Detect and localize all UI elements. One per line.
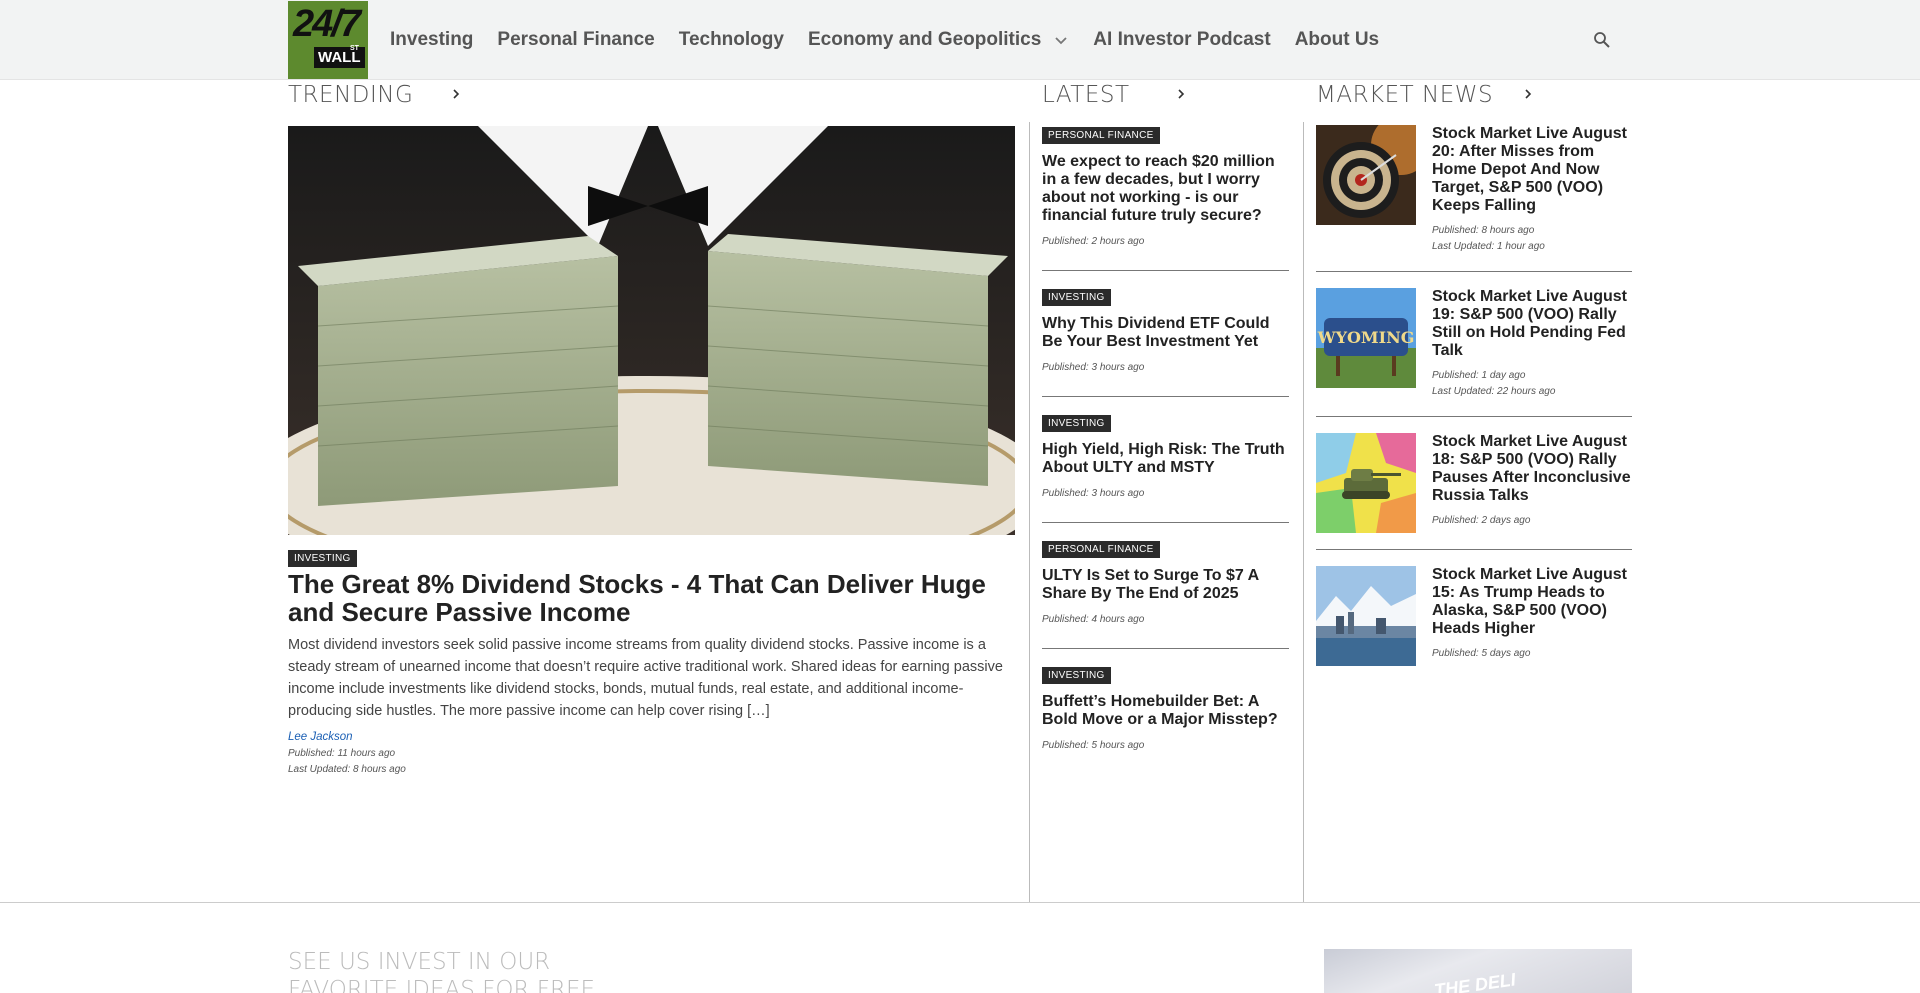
updated-time: Last Updated: 8 hours ago — [288, 764, 406, 775]
updated-time: Last Updated: 1 hour ago — [1432, 241, 1545, 252]
category-badge[interactable]: Investing — [1042, 667, 1111, 684]
published-time: Published: 11 hours ago — [288, 748, 396, 759]
list-item: Investing High Yield, High Risk: The Tru… — [1042, 413, 1289, 523]
list-item: Investing Why This Dividend ETF Could Be… — [1042, 287, 1289, 397]
nav-item-ai-investor-podcast[interactable]: AI Investor Podcast — [1093, 29, 1270, 51]
latest-arrow-icon[interactable] — [1176, 88, 1186, 100]
featured-article-author[interactable]: Lee Jackson — [288, 731, 353, 743]
category-badge[interactable]: Personal Finance — [1042, 127, 1160, 144]
category-badge[interactable]: Personal Finance — [1042, 541, 1160, 558]
chevron-down-icon[interactable] — [1053, 32, 1069, 48]
trending-arrow-icon[interactable] — [451, 88, 461, 100]
list-item: Personal Finance We expect to reach $20 … — [1042, 125, 1289, 271]
published-time: Published: 1 day ago — [1432, 370, 1526, 381]
published-time: Published: 2 hours ago — [1042, 236, 1145, 247]
tank-map-thumbnail[interactable] — [1316, 433, 1416, 533]
list-item: Stock Market Live August 15: As Trump He… — [1316, 566, 1632, 682]
published-time: Published: 2 days ago — [1432, 515, 1531, 526]
site-logo[interactable]: 24/7 WALL ST — [288, 1, 368, 79]
market-news-heading: MARKET NEWS — [1316, 82, 1494, 108]
logo-text-247: 24/7 — [293, 3, 361, 45]
site-header: 24/7 WALL ST Investing Personal Finance … — [0, 0, 1920, 80]
wyoming-sign-thumbnail[interactable]: WYOMING — [1316, 288, 1416, 388]
published-time: Published: 4 hours ago — [1042, 614, 1145, 625]
featured-article-image[interactable] — [288, 126, 1015, 535]
svg-text:WYOMING: WYOMING — [1317, 328, 1415, 347]
article-title[interactable]: Stock Market Live August 15: As Trump He… — [1432, 566, 1632, 638]
article-title[interactable]: High Yield, High Risk: The Truth About U… — [1042, 441, 1289, 477]
promo-image[interactable]: THE DELI — [1324, 949, 1632, 993]
article-title[interactable]: Stock Market Live August 20: After Misse… — [1432, 125, 1632, 215]
list-item: Stock Market Live August 18: S&P 500 (VO… — [1316, 433, 1632, 550]
invest-promo-heading: SEE US INVEST IN OUR FAVORITE IDEAS FOR … — [288, 949, 596, 993]
main-nav: Investing Personal Finance Technology Ec… — [390, 0, 1403, 80]
dartboard-thumbnail[interactable] — [1316, 125, 1416, 225]
published-time: Published: 5 hours ago — [1042, 740, 1145, 751]
nav-item-about-us[interactable]: About Us — [1295, 29, 1379, 51]
alaska-city-thumbnail[interactable] — [1316, 566, 1416, 666]
logo-text-st: ST — [350, 45, 359, 52]
article-title[interactable]: ULTY Is Set to Surge To $7 A Share By Th… — [1042, 567, 1289, 603]
published-time: Published: 5 days ago — [1432, 648, 1531, 659]
nav-item-investing[interactable]: Investing — [390, 29, 473, 51]
latest-heading: LATEST — [1042, 82, 1130, 108]
featured-article-title[interactable]: The Great 8% Dividend Stocks - 4 That Ca… — [288, 570, 1018, 626]
latest-list: Personal Finance We expect to reach $20 … — [1042, 125, 1289, 790]
article-title[interactable]: Buffett’s Homebuilder Bet: A Bold Move o… — [1042, 693, 1289, 729]
section-divider — [0, 902, 1920, 903]
list-item: Stock Market Live August 20: After Misse… — [1316, 125, 1632, 272]
article-title[interactable]: Why This Dividend ETF Could Be Your Best… — [1042, 315, 1289, 351]
search-icon[interactable] — [1592, 30, 1612, 50]
article-title[interactable]: Stock Market Live August 18: S&P 500 (VO… — [1432, 433, 1632, 505]
promo-text: THE DELI — [1432, 969, 1517, 993]
featured-article-meta: Published: 11 hours ago Last Updated: 8 … — [288, 746, 406, 778]
market-news-arrow-icon[interactable] — [1523, 88, 1533, 100]
trending-heading: TRENDING — [288, 82, 414, 108]
nav-item-technology[interactable]: Technology — [679, 29, 784, 51]
column-divider — [1029, 122, 1030, 902]
nav-item-personal-finance[interactable]: Personal Finance — [497, 29, 654, 51]
list-item: WYOMING Stock Market Live August 19: S&P… — [1316, 288, 1632, 417]
featured-category-badge[interactable]: Investing — [288, 548, 357, 567]
list-item: Personal Finance ULTY Is Set to Surge To… — [1042, 539, 1289, 649]
article-title[interactable]: Stock Market Live August 19: S&P 500 (VO… — [1432, 288, 1632, 360]
published-time: Published: 8 hours ago — [1432, 225, 1535, 236]
list-item: Investing Buffett’s Homebuilder Bet: A B… — [1042, 665, 1289, 774]
article-title[interactable]: We expect to reach $20 million in a few … — [1042, 153, 1289, 225]
category-badge[interactable]: Investing — [1042, 289, 1111, 306]
published-time: Published: 3 hours ago — [1042, 488, 1145, 499]
featured-article-excerpt: Most dividend investors seek solid passi… — [288, 637, 1003, 719]
nav-item-economy-geopolitics[interactable]: Economy and Geopolitics — [808, 29, 1069, 51]
column-divider — [1303, 122, 1304, 902]
updated-time: Last Updated: 22 hours ago — [1432, 386, 1556, 397]
market-news-list: Stock Market Live August 20: After Misse… — [1316, 125, 1632, 698]
category-badge[interactable]: Investing — [1042, 415, 1111, 432]
published-time: Published: 3 hours ago — [1042, 362, 1145, 373]
